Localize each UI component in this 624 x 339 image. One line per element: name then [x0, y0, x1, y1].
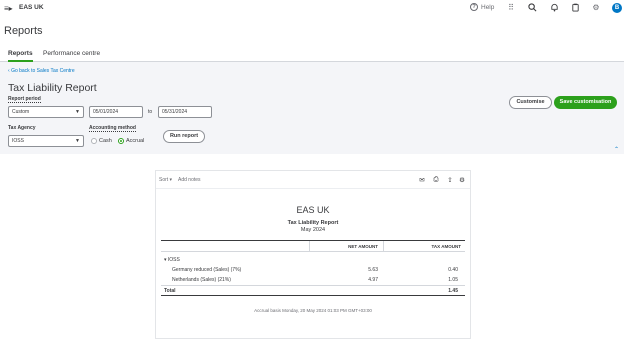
report-period-value: Custom — [12, 109, 30, 115]
export-icon[interactable]: ⇪ — [446, 176, 454, 184]
column-divider — [309, 241, 310, 252]
report-toolbar: Sort ▾ Add notes ✉ ⎙ ⇪ ⚙ — [156, 171, 470, 189]
group-label: IOSS — [167, 257, 180, 263]
report-company: EAS UK — [296, 205, 330, 215]
chevron-down-icon: ▼ — [75, 138, 80, 144]
tab-reports[interactable]: Reports — [8, 50, 33, 62]
email-icon[interactable]: ✉ — [418, 176, 426, 184]
row-label: Germany reduced (Sales) (7%) — [172, 267, 242, 273]
menu-icon[interactable]: ≡▸ — [4, 4, 13, 13]
net-amount-value[interactable]: 4.97 — [368, 277, 378, 283]
to-label: to — [148, 109, 153, 115]
radio-accrual[interactable]: Accrual — [118, 138, 144, 144]
report-title: Tax Liability Report — [8, 82, 97, 94]
back-link[interactable]: ‹ Go back to Sales Tax Centre — [8, 68, 75, 74]
tax-agency-value: IOSS — [12, 138, 24, 144]
report-period-label: Report period — [8, 96, 41, 103]
run-report-button[interactable]: Run report — [163, 130, 205, 143]
print-icon[interactable]: ⎙ — [432, 176, 440, 184]
total-tax-value[interactable]: 1.45 — [448, 288, 458, 294]
filter-panel: ‹ Go back to Sales Tax Centre Tax Liabil… — [0, 62, 624, 154]
customise-button[interactable]: Customise — [509, 96, 552, 109]
avatar[interactable]: B — [612, 3, 622, 13]
total-label: Total — [164, 288, 176, 294]
date-from-value: 05/01/2024 — [93, 109, 119, 115]
radio-circle-icon — [91, 138, 97, 144]
radio-selected-icon — [118, 138, 124, 144]
chevron-down-icon: ▼ — [75, 109, 80, 115]
gear-icon[interactable]: ⚙ — [458, 176, 466, 184]
save-customisation-button[interactable]: Save customisation — [554, 96, 617, 109]
tax-amount-value[interactable]: 1.05 — [448, 277, 458, 283]
report-card: Sort ▾ Add notes ✉ ⎙ ⇪ ⚙ EAS UK Tax Liab… — [155, 170, 471, 339]
column-header-tax-amount[interactable]: TAX AMOUNT — [432, 244, 462, 249]
radio-cash-label: Cash — [99, 138, 112, 144]
date-to-value: 05/31/2024 — [162, 109, 188, 115]
report-period-select[interactable]: Custom ▼ — [8, 106, 84, 118]
company-name: EAS UK — [19, 4, 44, 11]
radio-accrual-label: Accrual — [126, 138, 145, 144]
column-divider — [383, 241, 384, 252]
tax-agency-select[interactable]: IOSS ▼ — [8, 135, 84, 147]
help-button[interactable]: ? Help — [470, 3, 494, 11]
report-heading: Tax Liability Report — [287, 220, 339, 226]
radio-cash[interactable]: Cash — [91, 138, 112, 144]
back-link-label: Go back to Sales Tax Centre — [11, 68, 75, 74]
group-row[interactable]: ▾ IOSS — [161, 255, 465, 265]
page-title: Reports — [4, 25, 43, 37]
accounting-method-label: Accounting method — [89, 125, 136, 132]
net-amount-value[interactable]: 5.63 — [368, 267, 378, 273]
top-bar: ≡▸ EAS UK ? Help ⠿ ⚙ B — [0, 0, 624, 17]
report-footer: Accrual basis Monday, 20 May 2024 01:03 … — [254, 308, 372, 313]
table-header: NET AMOUNT TAX AMOUNT — [161, 240, 465, 252]
table-row: Netherlands (Sales) (21%) 4.97 1.05 — [161, 275, 465, 285]
row-label: Netherlands (Sales) (21%) — [172, 277, 231, 283]
sort-label: Sort — [159, 177, 169, 183]
tax-agency-label: Tax Agency — [8, 125, 36, 131]
date-from-field[interactable]: 05/01/2024 — [89, 106, 143, 118]
help-label: Help — [481, 3, 495, 11]
table-row: Germany reduced (Sales) (7%) 5.63 0.40 — [161, 265, 465, 275]
total-row: Total 1.45 — [161, 285, 465, 296]
chevron-up-icon[interactable]: ⌃ — [614, 146, 619, 153]
date-to-field[interactable]: 05/31/2024 — [158, 106, 212, 118]
apps-grid-icon[interactable]: ⠿ — [506, 3, 516, 13]
help-icon: ? — [470, 3, 478, 11]
search-icon[interactable] — [527, 3, 537, 13]
column-header-net-amount[interactable]: NET AMOUNT — [348, 244, 378, 249]
add-notes-link[interactable]: Add notes — [178, 177, 201, 183]
group-toggle[interactable]: ▾ IOSS — [164, 257, 180, 263]
tab-bar: Reports Performance centre — [0, 48, 624, 62]
gear-icon[interactable]: ⚙ — [591, 3, 601, 13]
tax-amount-value[interactable]: 0.40 — [448, 267, 458, 273]
tab-performance-centre[interactable]: Performance centre — [43, 50, 100, 60]
bell-icon[interactable] — [549, 3, 559, 13]
report-period: May 2024 — [300, 227, 326, 233]
sort-dropdown[interactable]: Sort ▾ — [159, 177, 172, 183]
clipboard-icon[interactable] — [570, 3, 580, 13]
